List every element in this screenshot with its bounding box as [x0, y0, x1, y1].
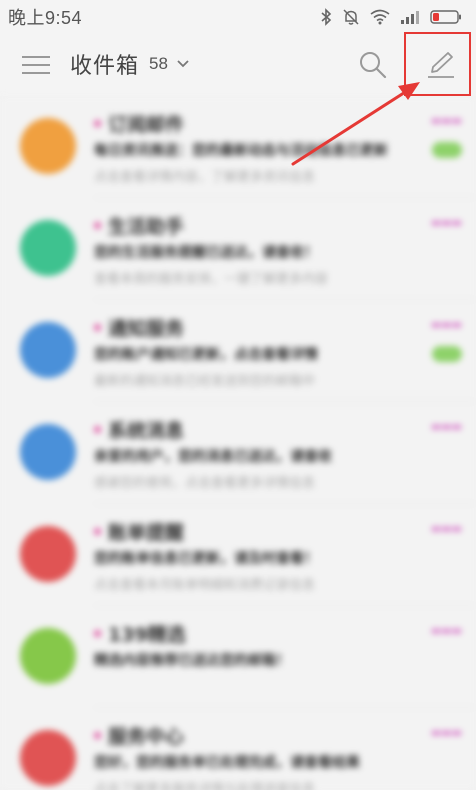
unread-dot [94, 528, 101, 535]
mail-sender: 生活助手 [108, 216, 185, 238]
avatar [20, 526, 76, 582]
bluetooth-icon [321, 8, 332, 26]
status-bar: 晚上9:54 [0, 0, 476, 34]
mute-icon [343, 9, 359, 25]
app-header: 收件箱 58 [0, 34, 476, 96]
chevron-down-icon [177, 60, 189, 68]
mail-subject: 精选内容推荐已送达您的邮箱！ [94, 653, 290, 669]
mail-preview: 点击了解更多服务详情与处理进度信息 [94, 782, 316, 790]
mail-subject: 亲爱的用户，您的消息已送达，请查收 [94, 449, 332, 465]
avatar [20, 730, 76, 786]
signal-icon [401, 11, 419, 24]
mail-preview: 最新的通知消息已经发送到您的邮箱中 [94, 374, 316, 389]
mail-sender: 服务中心 [108, 726, 185, 748]
mail-preview: 感谢您的使用，点击查看更多详情信息 [94, 476, 316, 491]
mail-subject: 您的生活服务提醒已送达，请查收！ [94, 245, 318, 261]
wifi-icon [370, 9, 390, 25]
folder-selector[interactable]: 收件箱 58 [70, 48, 190, 80]
status-time: 晚上9:54 [8, 8, 83, 28]
menu-icon[interactable] [22, 54, 50, 76]
mail-date-placeholder: ▬▬▬ [430, 318, 462, 331]
list-item[interactable]: 139精选精选内容推荐已送达您的邮箱！ ▬▬▬ [0, 606, 476, 708]
unread-dot [94, 426, 101, 433]
mail-date-placeholder: ▬▬▬ [430, 216, 462, 229]
mail-date-placeholder: ▬▬▬ [430, 624, 462, 637]
mail-subject: 您的账户通知已更新，点击查看详情 [94, 347, 318, 363]
mail-preview: 点击查看详情内容，了解更多资讯信息 [94, 170, 316, 185]
mail-tag [432, 346, 462, 362]
mail-sender: 订阅邮件 [108, 114, 185, 136]
unread-dot [94, 732, 101, 739]
mail-date-placeholder: ▬▬▬ [430, 522, 462, 535]
mail-list: 订阅邮件每日资讯推送：您的最新动态与活动信息已更新 点击查看详情内容，了解更多资讯… [0, 96, 476, 790]
avatar [20, 424, 76, 480]
list-item[interactable]: 订阅邮件每日资讯推送：您的最新动态与活动信息已更新 点击查看详情内容，了解更多资讯… [0, 96, 476, 198]
unread-dot [94, 324, 101, 331]
status-icons [320, 8, 462, 26]
avatar [20, 118, 76, 174]
avatar [20, 322, 76, 378]
mail-subject: 您好，您的服务单已处理完成，请查看结果 [94, 755, 360, 771]
list-item[interactable]: 系统消息亲爱的用户，您的消息已送达，请查收 感谢您的使用，点击查看更多详情信息 ▬▬… [0, 402, 476, 504]
search-icon[interactable] [358, 50, 388, 80]
list-item[interactable]: 通知服务您的账户通知已更新，点击查看详情 最新的通知消息已经发送到您的邮箱中 ▬▬▬ [0, 300, 476, 402]
unread-dot [94, 630, 101, 637]
unread-dot [94, 120, 101, 127]
mail-date-placeholder: ▬▬▬ [430, 114, 462, 127]
list-item[interactable]: 服务中心您好，您的服务单已处理完成，请查看结果点击了解更多服务详情与处理进度信息… [0, 708, 476, 790]
mail-sender: 通知服务 [108, 318, 185, 340]
mail-preview: 点击查看本月账单明细和消费记录信息 [94, 578, 316, 593]
list-item[interactable]: 账单提醒您的账单信息已更新，请及时查看！ 点击查看本月账单明细和消费记录信息 ▬▬▬ [0, 504, 476, 606]
mail-subject: 每日资讯推送：您的最新动态与活动信息已更新 [94, 143, 388, 159]
page-title: 收件箱 [70, 54, 140, 79]
mail-sender: 139精选 [108, 624, 186, 646]
mail-date-placeholder: ▬▬▬ [430, 726, 462, 739]
list-item[interactable]: 生活助手您的生活服务提醒已送达，请查收！ 查看本周的服务安排，一键了解更多内容 ▬▬… [0, 198, 476, 300]
mail-sender: 账单提醒 [108, 522, 185, 544]
compose-pencil-icon[interactable] [424, 50, 456, 80]
unread-count: 58 [149, 54, 168, 73]
mail-preview: 查看本周的服务安排，一键了解更多内容 [94, 272, 329, 287]
mail-sender: 系统消息 [108, 420, 185, 442]
avatar [20, 220, 76, 276]
mail-date-placeholder: ▬▬▬ [430, 420, 462, 433]
battery-icon [430, 10, 461, 24]
avatar [20, 628, 76, 684]
unread-dot [94, 222, 101, 229]
mail-tag [432, 142, 462, 158]
mail-subject: 您的账单信息已更新，请及时查看！ [94, 551, 318, 567]
